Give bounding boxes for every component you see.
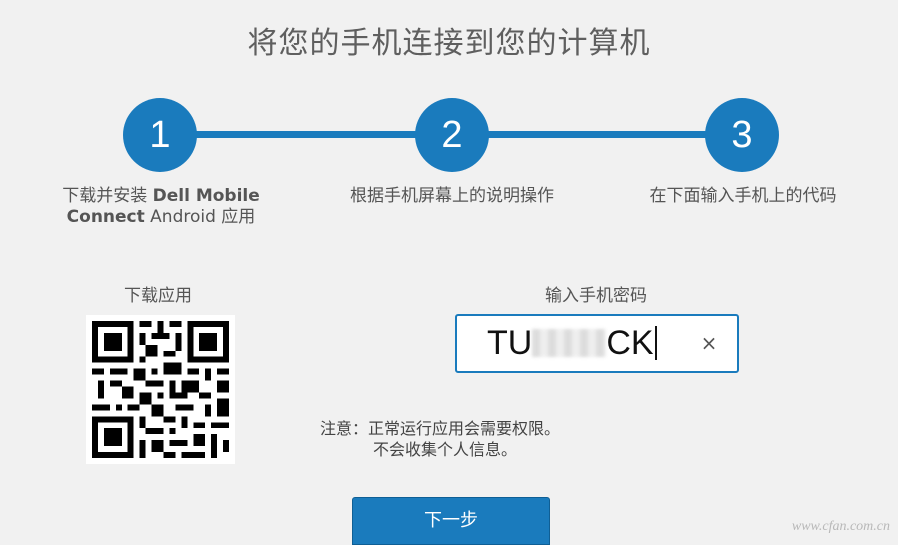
step-3-circle: 3	[705, 98, 779, 172]
password-value-suffix: CK	[606, 324, 654, 362]
password-value-prefix: TU	[487, 324, 533, 362]
phone-password-input[interactable]: TU CK ×	[455, 314, 739, 373]
download-label: 下载应用	[124, 286, 192, 306]
step-1-caption-brand-2: Connect	[66, 207, 145, 227]
step-1-caption-prefix: 下载并安装	[62, 186, 153, 206]
permission-note: 注意：正常运行应用会需要权限。 不会收集个人信息。	[320, 418, 560, 460]
note-line-2: 不会收集个人信息。	[373, 440, 518, 459]
password-value: TU CK	[487, 324, 657, 363]
next-button[interactable]: 下一步	[352, 497, 550, 545]
step-1-caption: 下载并安装 Dell Mobile Connect Android 应用	[41, 186, 281, 228]
password-label: 输入手机密码	[545, 286, 647, 306]
clear-icon[interactable]: ×	[699, 333, 719, 353]
password-mask	[532, 329, 607, 357]
step-2-circle: 2	[415, 98, 489, 172]
step-1-circle: 1	[123, 98, 197, 172]
page-title: 将您的手机连接到您的计算机	[247, 26, 651, 61]
qr-code-icon	[86, 315, 235, 464]
step-1-caption-brand: Dell Mobile	[152, 186, 260, 206]
watermark: www.cfan.com.cn	[791, 519, 890, 534]
step-2-caption: 根据手机屏幕上的说明操作	[350, 186, 554, 206]
note-line-1: 注意：正常运行应用会需要权限。	[320, 419, 561, 438]
step-3-caption: 在下面输入手机上的代码	[649, 186, 837, 206]
text-caret	[654, 326, 657, 360]
step-1-caption-rest: Android 应用	[144, 207, 256, 227]
